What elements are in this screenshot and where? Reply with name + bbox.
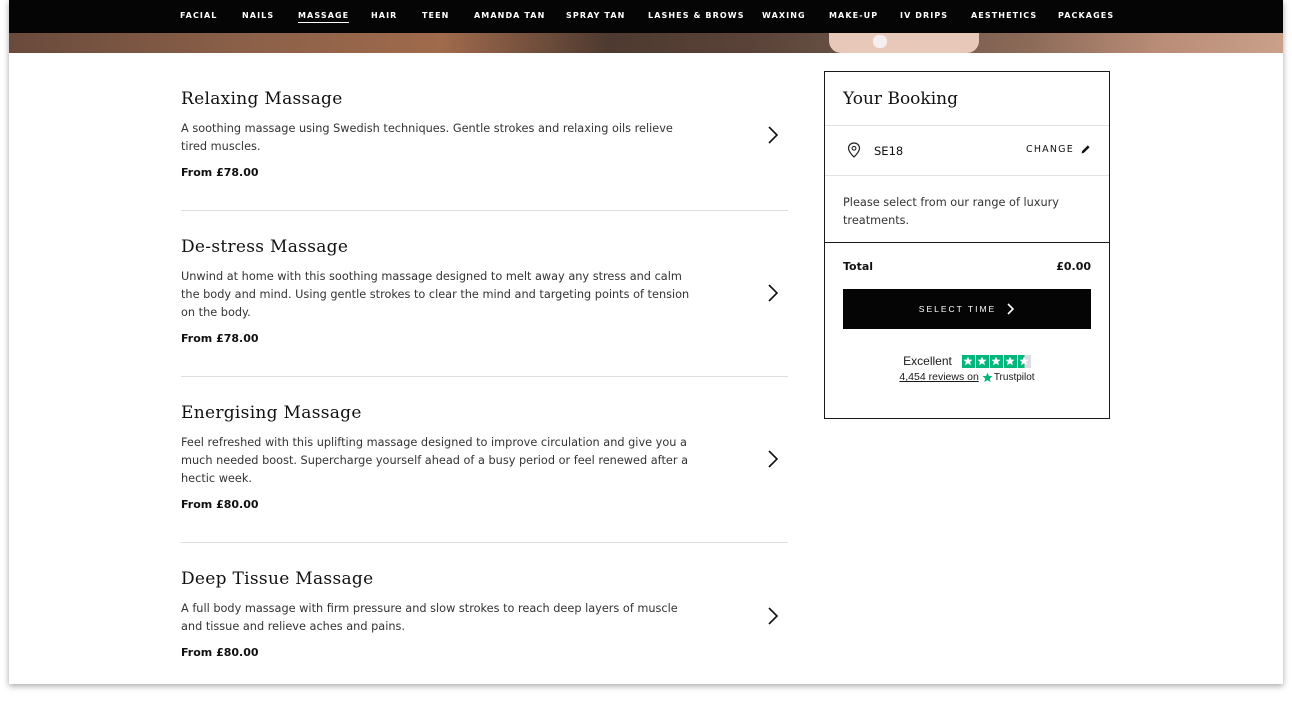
star-icon <box>989 354 1003 368</box>
divider <box>181 376 788 377</box>
nav-item-facial[interactable]: FACIAL <box>180 11 217 20</box>
trustpilot-star-icon <box>982 372 993 382</box>
treatment-item[interactable]: Relaxing Massage A soothing massage usin… <box>181 89 788 179</box>
select-time-button[interactable]: SELECT TIME <box>843 289 1091 329</box>
booking-title: Your Booking <box>843 89 958 109</box>
star-icon <box>961 354 975 368</box>
location-pin-icon <box>847 142 861 158</box>
treatment-title: Deep Tissue Massage <box>181 569 374 589</box>
nav-item-nails[interactable]: NAILS <box>242 11 274 20</box>
treatment-description: Unwind at home with this soothing massag… <box>181 270 690 319</box>
treatment-item[interactable]: Energising Massage Feel refreshed with t… <box>181 403 788 511</box>
nav-item-packages[interactable]: PACKAGES <box>1058 11 1114 20</box>
hero-nail-detail <box>873 35 887 48</box>
treatment-price: From £80.00 <box>181 646 259 659</box>
chevron-right-icon[interactable] <box>766 605 780 627</box>
chevron-right-icon[interactable] <box>766 448 780 470</box>
trustpilot-widget[interactable]: Excellent 4,454 reviews on Trustpilot <box>825 354 1109 383</box>
booking-postcode: SE18 <box>874 144 904 158</box>
divider <box>825 242 1109 243</box>
treatment-price: From £80.00 <box>181 498 259 511</box>
trustpilot-logo: Trustpilot <box>982 372 1035 383</box>
trustpilot-rating-label: Excellent <box>903 354 952 368</box>
trustpilot-stars <box>961 354 1031 368</box>
nav-item-lashes-brows[interactable]: LASHES & BROWS <box>648 11 745 20</box>
half-star-icon <box>1017 354 1031 368</box>
divider <box>181 542 788 543</box>
treatment-description: A full body massage with firm pressure a… <box>181 602 678 633</box>
chevron-right-icon[interactable] <box>766 282 780 304</box>
change-label: CHANGE <box>1026 144 1074 155</box>
nav-item-amanda-tan[interactable]: AMANDA TAN <box>474 11 545 20</box>
star-icon <box>975 354 989 368</box>
total-label: Total <box>843 260 874 273</box>
select-time-label: SELECT TIME <box>918 304 997 314</box>
nav-item-spray-tan[interactable]: SPRAY TAN <box>566 11 625 20</box>
divider <box>181 210 788 211</box>
treatment-title: Relaxing Massage <box>181 89 343 109</box>
treatment-item[interactable]: De-stress Massage Unwind at home with th… <box>181 237 788 345</box>
treatment-price: From £78.00 <box>181 166 259 179</box>
nav-item-hair[interactable]: HAIR <box>371 11 397 20</box>
hero-image <box>9 33 1283 53</box>
treatment-description: Feel refreshed with this uplifting massa… <box>181 436 688 485</box>
treatment-price: From £78.00 <box>181 332 259 345</box>
chevron-right-icon <box>1007 303 1015 315</box>
booking-message: Please select from our range of luxury t… <box>843 196 1059 227</box>
change-postcode-button[interactable]: CHANGE <box>1026 144 1091 155</box>
nav-item-make-up[interactable]: MAKE-UP <box>829 11 878 20</box>
treatment-description: A soothing massage using Swedish techniq… <box>181 122 673 153</box>
treatment-title: Energising Massage <box>181 403 362 423</box>
nav-item-waxing[interactable]: WAXING <box>762 11 806 20</box>
pencil-icon <box>1081 145 1090 154</box>
nav-item-teen[interactable]: TEEN <box>422 11 449 20</box>
nav-item-aesthetics[interactable]: AESTHETICS <box>971 11 1037 20</box>
treatment-item[interactable]: Deep Tissue Massage A full body massage … <box>181 569 788 659</box>
chevron-right-icon[interactable] <box>766 124 780 146</box>
star-icon <box>1003 354 1017 368</box>
hero-hand-detail <box>829 33 979 53</box>
nav-item-iv-drips[interactable]: IV DRIPS <box>900 11 948 20</box>
trustpilot-brand: Trustpilot <box>993 371 1035 383</box>
trustpilot-reviews-link[interactable]: 4,454 reviews on <box>899 371 978 383</box>
treatment-title: De-stress Massage <box>181 237 349 257</box>
category-nav: FACIAL NAILS MASSAGE HAIR TEEN AMANDA TA… <box>9 0 1283 33</box>
nav-item-massage[interactable]: MASSAGE <box>298 11 350 23</box>
divider <box>825 175 1109 176</box>
divider <box>825 125 1109 126</box>
page-frame: FACIAL NAILS MASSAGE HAIR TEEN AMANDA TA… <box>9 0 1283 684</box>
total-value: £0.00 <box>1056 260 1091 273</box>
booking-panel: Your Booking SE18 CHANGE Please select f… <box>824 71 1110 419</box>
